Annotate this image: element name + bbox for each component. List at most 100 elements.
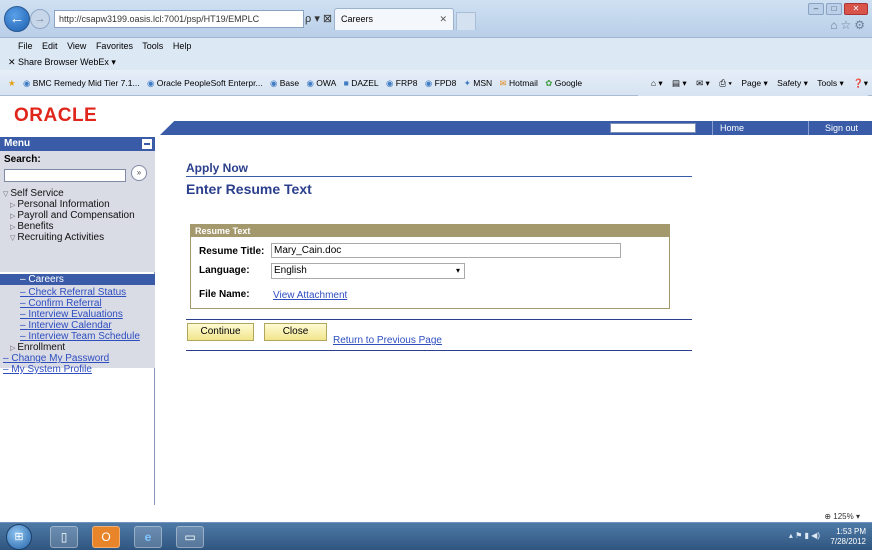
menu-tools[interactable]: Tools <box>142 41 163 51</box>
minimize-icon[interactable]: – <box>808 3 824 15</box>
browser-titlebar: ← → http://csapw3199.oasis.lcl:7001/psp/… <box>0 0 872 38</box>
expand-right-icon: ▷ <box>10 345 16 352</box>
zoom-level[interactable]: ⊕ 125% ▾ <box>824 512 860 521</box>
menu-tree: ▽ Self Service ▷ Personal Information ▷ Pay… <box>0 185 155 272</box>
page-title: Enter Resume Text <box>186 181 312 197</box>
resume-text-box: Resume Text Resume Title: Mary_Cain.doc … <box>190 224 670 309</box>
favorite-oracle[interactable]: ◉ Oracle PeopleSoft Enterpr... <box>147 78 263 88</box>
menu-title: Menu <box>4 138 31 149</box>
favorite-dazel[interactable]: ■ DAZEL <box>344 78 379 88</box>
search-go-button[interactable]: » <box>131 165 147 181</box>
system-clock[interactable]: 1:53 PM 7/28/2012 <box>830 527 866 547</box>
collapse-icon[interactable] <box>142 139 152 149</box>
top-nav-bar <box>160 121 872 135</box>
browser-menubar: File Edit View Favorites Tools Help <box>0 38 872 54</box>
menu-item-recruiting[interactable]: ▽ Recruiting Activities <box>10 232 104 244</box>
favorite-msn[interactable]: ✦ MSN <box>464 78 492 88</box>
oracle-logo: ORACLE <box>14 105 98 126</box>
resume-title-input[interactable]: Mary_Cain.doc <box>271 243 621 258</box>
divider <box>186 319 692 320</box>
top-navigation: Home Sign out <box>160 121 872 135</box>
home-link[interactable]: Home <box>720 121 744 135</box>
close-window-icon[interactable]: ✕ <box>844 3 868 15</box>
nav-divider <box>712 121 713 135</box>
feeds-icon[interactable]: ▤ ▾ <box>672 78 687 88</box>
menu-item-check-referral[interactable]: – Check Referral Status <box>20 287 126 298</box>
menu-pane: Menu Search: » ▽ Self Service ▷ Personal I… <box>0 137 155 505</box>
home-favorites-icons[interactable]: ⌂☆⚙ <box>830 18 868 32</box>
language-value: English <box>274 265 307 276</box>
menu-tree-lower: – Check Referral Status – Confirm Referr… <box>0 285 155 375</box>
menu-item-careers[interactable]: – Careers <box>0 274 155 285</box>
back-button[interactable]: ← <box>4 6 30 32</box>
expand-right-icon: ▷ <box>10 224 16 231</box>
clock-time: 1:53 PM <box>836 527 866 536</box>
page-menu[interactable]: Page ▾ <box>741 78 767 88</box>
folder-icon[interactable]: ▭ <box>176 526 204 548</box>
internet-explorer-icon[interactable]: e <box>134 526 162 548</box>
return-to-previous-page-link[interactable]: Return to Previous Page <box>333 335 442 346</box>
page-content: ORACLE Home Sign out Menu Search: » ▽ Sel… <box>0 97 872 505</box>
close-button[interactable]: Close <box>264 323 327 341</box>
continue-button[interactable]: Continue <box>187 323 254 341</box>
menu-file[interactable]: File <box>18 41 33 51</box>
menu-header: Menu <box>0 137 155 151</box>
menu-favorites[interactable]: Favorites <box>96 41 133 51</box>
menu-item-system-profile[interactable]: – My System Profile <box>3 364 92 375</box>
forward-button[interactable]: → <box>30 9 50 29</box>
language-label: Language: <box>199 265 250 276</box>
divider <box>186 176 692 177</box>
favorite-fpd8[interactable]: ◉ FPD8 <box>425 78 457 88</box>
search-input[interactable] <box>4 169 126 182</box>
tab-close-icon[interactable]: ✕ <box>439 9 447 30</box>
divider <box>186 350 692 351</box>
favorite-hotmail[interactable]: ✉ Hotmail <box>500 78 538 88</box>
menu-item-change-password[interactable]: – Change My Password <box>3 353 109 364</box>
favorite-base[interactable]: ◉ Base <box>270 78 299 88</box>
command-bar: ⌂ ▾ ▤ ▾ ✉ ▾ ⎙ ▾ Page ▾ Safety ▾ Tools ▾ … <box>637 70 868 96</box>
outlook-icon[interactable]: O <box>92 526 120 548</box>
safety-menu[interactable]: Safety ▾ <box>777 78 808 88</box>
browser-tab[interactable]: Careers ✕ <box>334 8 454 30</box>
address-bar[interactable]: http://csapw3199.oasis.lcl:7001/psp/HT19… <box>54 10 304 28</box>
menu-search: Search: » <box>0 151 155 185</box>
favorite-frp8[interactable]: ◉ FRP8 <box>386 78 418 88</box>
menu-help[interactable]: Help <box>173 41 192 51</box>
taskbar-app-icon[interactable]: ▯ <box>50 526 78 548</box>
resume-title-label: Resume Title: <box>199 246 265 257</box>
favorite-google[interactable]: ✿ Google <box>545 78 582 88</box>
print-icon[interactable]: ⎙ ▾ <box>719 78 732 88</box>
sign-out-link[interactable]: Sign out <box>825 121 858 135</box>
breadcrumb: Apply Now <box>186 161 248 175</box>
maximize-icon[interactable]: □ <box>826 3 842 15</box>
home-icon[interactable]: ⌂ ▾ <box>651 78 663 88</box>
menu-item-interview-evaluations[interactable]: – Interview Evaluations <box>20 309 123 320</box>
mail-icon[interactable]: ✉ ▾ <box>696 78 710 88</box>
help-icon[interactable]: ❓▾ <box>853 78 868 88</box>
window-controls: – □ ✕ <box>806 2 868 16</box>
search-label: Search: <box>4 154 41 165</box>
menu-item-confirm-referral[interactable]: – Confirm Referral <box>20 298 102 309</box>
start-button[interactable]: ⊞ <box>6 524 32 550</box>
menu-item-interview-team-schedule[interactable]: – Interview Team Schedule <box>20 331 140 342</box>
view-attachment-link[interactable]: View Attachment <box>273 290 347 301</box>
clock-date: 7/28/2012 <box>830 537 866 546</box>
expand-right-icon: ▷ <box>10 202 16 209</box>
share-browser-bar[interactable]: ✕ Share Browser WebEx ▾ <box>0 54 872 70</box>
file-name-label: File Name: <box>199 289 250 300</box>
favorite-bmc[interactable]: ◉ BMC Remedy Mid Tier 7.1... <box>23 78 140 88</box>
menu-edit[interactable]: Edit <box>42 41 58 51</box>
top-nav-field[interactable] <box>610 123 696 133</box>
zoom-icon: ⊕ <box>824 512 832 521</box>
menu-item-interview-calendar[interactable]: – Interview Calendar <box>20 320 112 331</box>
favorite-owa[interactable]: ◉ OWA <box>307 78 337 88</box>
menu-view[interactable]: View <box>67 41 86 51</box>
tools-menu[interactable]: Tools ▾ <box>817 78 843 88</box>
expand-down-icon: ▽ <box>10 235 16 242</box>
favorites-star-icon[interactable]: ★ <box>8 78 16 88</box>
language-select[interactable]: English ▾ <box>271 263 465 279</box>
dropdown-arrow-icon: ▾ <box>455 266 460 275</box>
new-tab-button[interactable] <box>456 12 476 30</box>
tray-icons[interactable]: ▴ ⚑ ▮ ◀) <box>789 531 820 540</box>
resume-box-title: Resume Text <box>191 225 669 237</box>
